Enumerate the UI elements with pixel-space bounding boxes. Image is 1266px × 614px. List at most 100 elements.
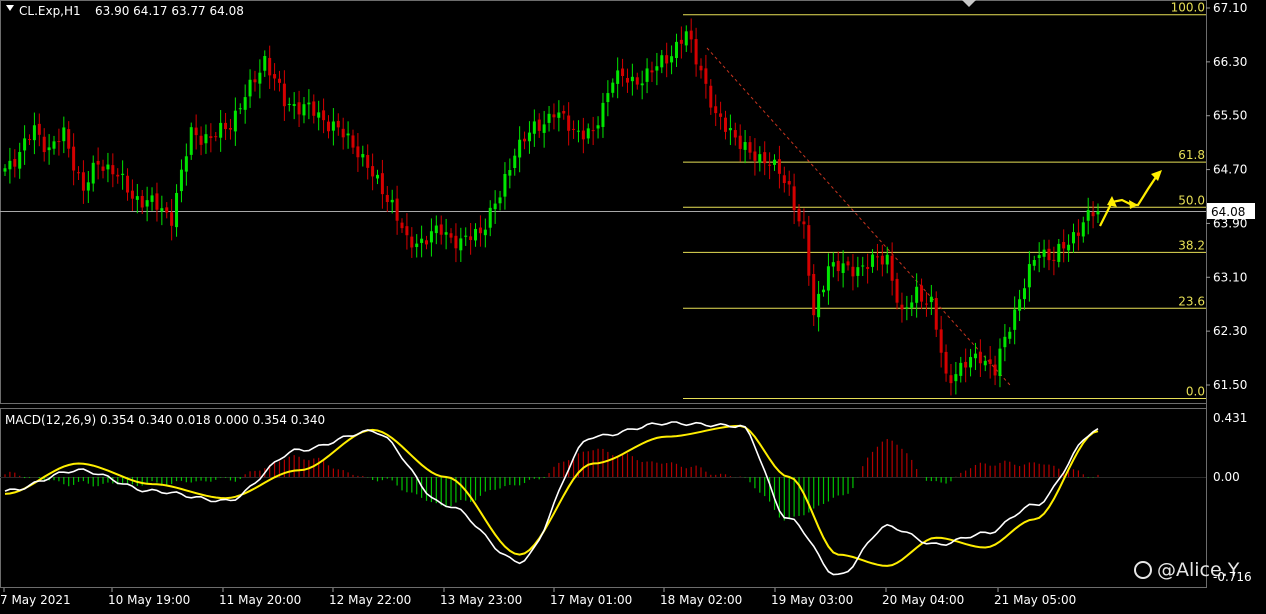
candle-body (72, 146, 76, 171)
collapse-triangle-icon[interactable] (6, 5, 14, 11)
candle-body (856, 267, 860, 276)
candle (469, 222, 473, 255)
candle-body (145, 200, 149, 207)
candle-body (459, 238, 463, 251)
candle (621, 58, 625, 87)
candle-body (773, 159, 777, 165)
fib-level-label: 38.2 (1178, 238, 1205, 252)
candle (679, 26, 683, 59)
candle-body (483, 229, 487, 236)
candle (983, 355, 987, 372)
candle-body (1037, 255, 1041, 258)
candle-body (684, 31, 688, 46)
candle-body (23, 138, 27, 151)
candle-body (126, 175, 130, 193)
fib-level-label: 23.6 (1178, 294, 1205, 308)
candle-body (807, 225, 811, 276)
candle (537, 113, 541, 138)
candle-body (67, 129, 71, 149)
candle (802, 208, 806, 239)
candle (429, 218, 433, 257)
candle (714, 94, 718, 127)
candle-body (469, 236, 473, 241)
candle-body (591, 130, 595, 132)
candle-body (429, 231, 433, 243)
fib-level-label: 0.0 (1186, 384, 1205, 398)
candle (1032, 255, 1036, 271)
candle (831, 252, 835, 278)
candle-body (189, 127, 193, 155)
candle-body (822, 289, 826, 293)
candle (478, 215, 482, 247)
candle-body (670, 56, 674, 63)
candle-body (121, 173, 125, 175)
candle (317, 100, 321, 131)
candle (1027, 251, 1031, 302)
candle (62, 116, 66, 154)
candle (155, 182, 159, 222)
candle (567, 102, 571, 146)
candle-body (689, 30, 693, 40)
candle-body (243, 97, 247, 110)
candle-body (905, 307, 909, 309)
time-tick-label: 7 May 2021 (0, 593, 71, 607)
candle-body (792, 186, 796, 211)
candle-body (601, 102, 605, 127)
candle-body (13, 159, 17, 167)
candle (282, 70, 286, 121)
candle-body (1022, 288, 1026, 300)
candle-body (307, 102, 311, 105)
candle-body (1003, 336, 1007, 348)
candle (1052, 246, 1056, 276)
candle (175, 184, 179, 237)
candle-body (817, 293, 821, 318)
price-axis: 67.1066.3065.5064.7063.9063.1062.3061.50 (1206, 1, 1247, 392)
candle-body (209, 136, 213, 139)
chart-canvas[interactable]: 100.0 61.8 50.0 38.2 23.6 0.0 CL.Exp,H1 63.90… (0, 0, 1266, 610)
candle-body (596, 125, 600, 129)
candle (782, 166, 786, 193)
candle-body (444, 232, 448, 235)
arrow-head (1151, 170, 1162, 181)
time-tick-label: 17 May 01:00 (550, 593, 632, 607)
candle-body (635, 77, 639, 85)
candle (1071, 223, 1075, 253)
candle (812, 264, 816, 326)
candle (866, 253, 870, 284)
candle (753, 138, 757, 176)
candle-body (831, 262, 835, 267)
candle-body (268, 57, 272, 76)
candle-body (488, 207, 492, 228)
candle-body (130, 190, 134, 199)
candle (523, 131, 527, 150)
candle (964, 348, 968, 383)
candle (297, 90, 301, 128)
candle-body (527, 132, 531, 142)
candle-body (81, 172, 85, 191)
candle (728, 114, 732, 146)
candle-body (135, 196, 139, 200)
candle-body (52, 141, 56, 149)
candle (606, 80, 610, 117)
candle-body (317, 112, 321, 118)
candle-body (233, 110, 237, 132)
candle (905, 295, 909, 321)
trend-line[interactable] (706, 47, 1011, 386)
candle-body (1042, 249, 1046, 257)
candle-body (787, 181, 791, 185)
candle-body (586, 128, 590, 139)
candle (493, 190, 497, 224)
candle-body (983, 360, 987, 366)
candle-body (910, 302, 914, 308)
candle (135, 183, 139, 214)
scroll-marker-icon[interactable] (962, 0, 976, 7)
candle-body (18, 152, 22, 169)
candle (1067, 234, 1071, 262)
candle (474, 223, 478, 247)
candle (552, 103, 556, 130)
candle (748, 135, 752, 160)
candle (145, 186, 149, 222)
candle (1018, 289, 1022, 322)
fibonacci-retracement[interactable]: 100.0 61.8 50.0 38.2 23.6 0.0 (683, 1, 1206, 399)
price-tick-label: 66.30 (1213, 55, 1247, 69)
